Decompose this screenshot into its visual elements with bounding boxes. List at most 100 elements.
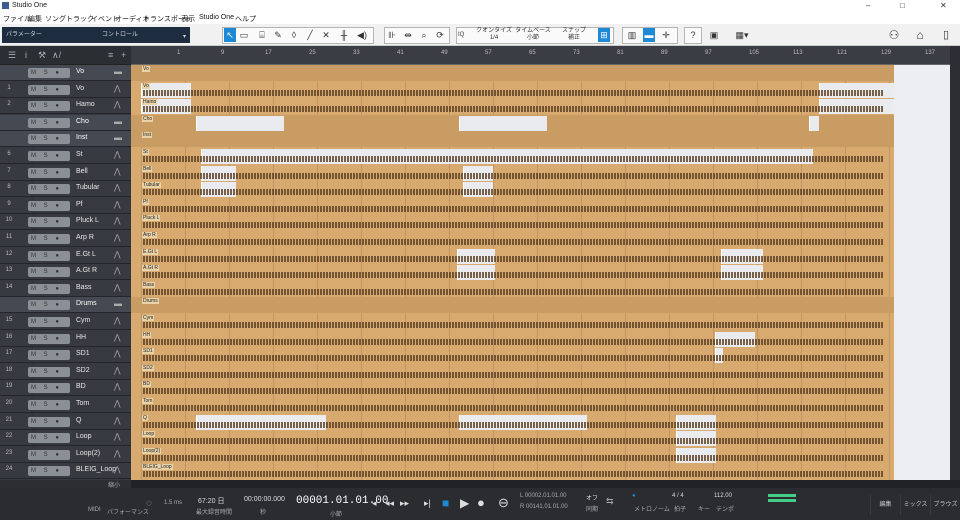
track-lane[interactable]: Inst: [131, 131, 894, 148]
track-buttons[interactable]: M S ● ◐: [28, 167, 70, 186]
track-name[interactable]: Bell: [76, 168, 88, 175]
track-name[interactable]: Q: [76, 417, 81, 424]
track-lane[interactable]: Pf: [131, 198, 894, 214]
track-lane[interactable]: Vo: [131, 65, 894, 81]
track-buttons[interactable]: M S ● ◐: [28, 416, 70, 435]
track-name[interactable]: Pf: [76, 201, 83, 208]
layout-menu-icon[interactable]: ▦▾: [730, 28, 754, 42]
track-lane[interactable]: Bass: [131, 281, 894, 297]
track-header[interactable]: 2 M S ● ◐ Hamo ⋀: [0, 98, 131, 119]
help-button[interactable]: ?: [687, 28, 699, 42]
track-name[interactable]: SD1: [76, 350, 90, 357]
automation-icon[interactable]: ∧/: [52, 50, 61, 61]
loop-icon[interactable]: ⊖: [498, 495, 509, 511]
menu-studio-one[interactable]: Studio One: [199, 14, 234, 21]
track-buttons[interactable]: M S ● ◐: [28, 400, 70, 418]
track-header[interactable]: 20 M S ● ◐ Tom ⋀: [0, 397, 131, 418]
tab-browse[interactable]: ブラウズ: [930, 495, 960, 515]
bend-tool-icon[interactable]: ╫: [338, 28, 350, 42]
paint-tool-icon[interactable]: ╱: [304, 28, 316, 42]
follow-icon[interactable]: ⟳: [434, 28, 446, 42]
record-icon[interactable]: ●: [477, 495, 485, 510]
track-lane[interactable]: E.Gt L: [131, 248, 894, 264]
empty-region[interactable]: [196, 115, 284, 131]
track-lane[interactable]: St: [131, 148, 894, 164]
track-name[interactable]: SD2: [76, 367, 90, 374]
loop-left-value[interactable]: L 00002.01.01.00: [520, 493, 567, 499]
track-buttons[interactable]: M S ● ◐: [28, 101, 70, 119]
quantize-select[interactable]: 1/4: [476, 35, 512, 42]
track-header[interactable]: 11 M S ● ◐ Arp R ⋀: [0, 231, 131, 252]
track-lane[interactable]: A.Gt R: [131, 264, 894, 281]
track-lane[interactable]: BLEIG_Loop: [131, 463, 894, 479]
track-header[interactable]: 18 M S ● ◐ SD2 ⋀: [0, 364, 131, 385]
list-icon[interactable]: ☰: [8, 50, 16, 61]
maximize-icon[interactable]: □: [900, 1, 905, 10]
track-lane[interactable]: Drums: [131, 297, 894, 314]
track-name[interactable]: Cym: [76, 317, 90, 324]
track-header[interactable]: 21 M S ● ◐ Q ⋀: [0, 414, 131, 435]
split-tool-icon[interactable]: ⌸: [256, 28, 268, 42]
forward-icon[interactable]: ▸▸: [400, 498, 409, 509]
track-header[interactable]: 1 M S ● ◐ Vo ⋀: [0, 82, 131, 103]
track-header[interactable]: 16 M S ● ◐ HH ⋀: [0, 331, 131, 352]
track-buttons[interactable]: M S ● ◐: [28, 366, 70, 385]
track-buttons[interactable]: M S ● ◐: [28, 151, 70, 169]
track-buttons[interactable]: M S ● ◐: [28, 383, 70, 401]
stretch-icon[interactable]: ⇹: [402, 28, 414, 42]
track-buttons[interactable]: M S ● ◐: [28, 283, 70, 302]
track-buttons[interactable]: M S ● ◐: [28, 267, 70, 285]
minimize-icon[interactable]: –: [866, 1, 870, 10]
track-lane[interactable]: Loop(2): [131, 447, 894, 463]
track-buttons[interactable]: M S ● ◐: [28, 134, 70, 152]
parameter-dropdown[interactable]: パラメーター コントロール ▾: [2, 27, 190, 43]
timeline-ruler[interactable]: 1917253341495765738189971051131211291371…: [131, 46, 960, 65]
menu-view[interactable]: 表示: [181, 14, 195, 24]
track-lane[interactable]: SD1: [131, 347, 894, 364]
track-header[interactable]: 10 M S ● ◐ Pluck L ⋀: [0, 214, 131, 235]
track-name[interactable]: Drums: [76, 300, 97, 307]
track-name[interactable]: BLEIG_Loop: [76, 466, 116, 473]
track-lane[interactable]: Loop: [131, 430, 894, 447]
track-name[interactable]: Inst: [76, 134, 87, 141]
tab-mix[interactable]: ミックス: [900, 495, 930, 515]
track-header[interactable]: 12 M S ● ◐ E.Gt L ⋀: [0, 248, 131, 269]
menu-file[interactable]: ファイル: [3, 14, 31, 24]
iq-label[interactable]: IQ: [458, 32, 464, 39]
track-name[interactable]: Arp R: [76, 234, 94, 241]
cursor-icon[interactable]: ✛: [660, 28, 672, 42]
track-header[interactable]: 13 M S ● ◐ A.Gt R ⋀: [0, 264, 131, 285]
inspector-icon[interactable]: ▥: [626, 28, 638, 42]
end-icon[interactable]: ▸|: [424, 498, 431, 509]
stop-icon[interactable]: ■: [442, 496, 449, 510]
track-header[interactable]: 22 M S ● ◐ Loop ⋀: [0, 430, 131, 451]
track-name[interactable]: Tom: [76, 400, 89, 407]
track-name[interactable]: Hamo: [76, 101, 95, 108]
close-icon[interactable]: ✕: [940, 1, 947, 10]
arrow-tool-icon[interactable]: ↖: [224, 28, 236, 42]
track-name[interactable]: A.Gt R: [76, 267, 97, 274]
track-name[interactable]: HH: [76, 334, 86, 341]
track-header[interactable]: M S ● ◐ Drums ▬: [0, 297, 131, 318]
track-lane[interactable]: Hamo: [131, 98, 894, 115]
track-header[interactable]: 23 M S ● ◐ Loop(2) ⋀: [0, 447, 131, 468]
track-buttons[interactable]: M S ● ◐: [28, 449, 70, 468]
eraser-tool-icon[interactable]: ◊: [288, 28, 300, 42]
track-header[interactable]: 14 M S ● ◐ Bass ⋀: [0, 281, 131, 302]
track-buttons[interactable]: M S ● ◐: [28, 68, 70, 86]
snap-select[interactable]: 補正: [556, 35, 592, 42]
track-buttons[interactable]: M S ● ◐: [28, 317, 70, 335]
track-lane[interactable]: Q: [131, 414, 894, 430]
menu-track[interactable]: トラック: [66, 14, 94, 24]
menu-edit[interactable]: 編集: [28, 14, 42, 24]
track-lane[interactable]: Cho: [131, 114, 894, 131]
menu-help[interactable]: ヘルプ: [235, 14, 256, 24]
track-buttons[interactable]: M S ● ◐: [28, 184, 70, 202]
track-header[interactable]: M S ● ◐ Inst ▬: [0, 131, 131, 152]
track-buttons[interactable]: M S ● ◐: [28, 350, 70, 368]
track-lane[interactable]: Bell: [131, 165, 894, 181]
document-icon[interactable]: ▯: [940, 28, 952, 42]
add-track-icon[interactable]: +: [121, 50, 126, 60]
metronome-toggle-icon[interactable]: ●: [632, 493, 636, 499]
track-header[interactable]: 6 M S ● ◐ St ⋀: [0, 148, 131, 169]
